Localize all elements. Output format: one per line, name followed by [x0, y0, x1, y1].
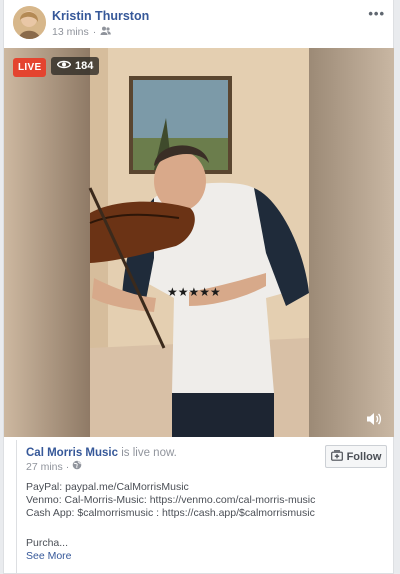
shared-post: Cal Morris Music is live now. 27 mins · — [16, 440, 387, 574]
globe-icon — [72, 460, 82, 473]
shared-time[interactable]: 27 mins — [26, 461, 63, 473]
post-card: Kristin Thurston 13 mins · ••• ★★★★★ LIV… — [3, 0, 394, 574]
venmo-line: Venmo: Cal-Morris-Music: https://venmo.c… — [26, 494, 316, 506]
post-meta: 13 mins · — [52, 26, 112, 38]
friends-icon — [100, 26, 112, 38]
video-frame: ★★★★★ — [4, 48, 394, 437]
follow-button[interactable]: Follow — [325, 445, 387, 468]
svg-text:★★★★★: ★★★★★ — [167, 285, 221, 299]
shared-meta: 27 mins · — [26, 460, 82, 473]
post-time[interactable]: 13 mins — [52, 26, 89, 38]
live-video[interactable]: ★★★★★ LIVE 184 — [4, 48, 394, 437]
shared-page-line: Cal Morris Music is live now. — [26, 447, 177, 459]
page-name-link[interactable]: Cal Morris Music — [26, 447, 118, 459]
shared-description: PayPal: paypal.me/CalMorrisMusic Venmo: … — [26, 481, 315, 563]
follow-label: Follow — [346, 450, 382, 463]
live-badge: LIVE — [13, 58, 47, 77]
more-options-button[interactable]: ••• — [368, 6, 385, 21]
follow-icon — [330, 449, 343, 464]
post-header: Kristin Thurston 13 mins · ••• — [4, 0, 393, 46]
avatar[interactable] — [13, 6, 46, 39]
viewer-count-badge: 184 — [51, 57, 100, 75]
live-status-text: is live now. — [121, 447, 177, 459]
truncated-text: Purcha... — [26, 537, 69, 549]
eye-icon — [56, 60, 72, 72]
author-name[interactable]: Kristin Thurston — [52, 9, 149, 23]
volume-icon[interactable] — [366, 412, 382, 429]
see-more-link[interactable]: See More — [26, 550, 315, 563]
cashapp-line: Cash App: $calmorrismusic : https://cash… — [26, 507, 315, 519]
viewer-count: 184 — [75, 60, 94, 72]
paypal-line: PayPal: paypal.me/CalMorrisMusic — [26, 481, 189, 493]
